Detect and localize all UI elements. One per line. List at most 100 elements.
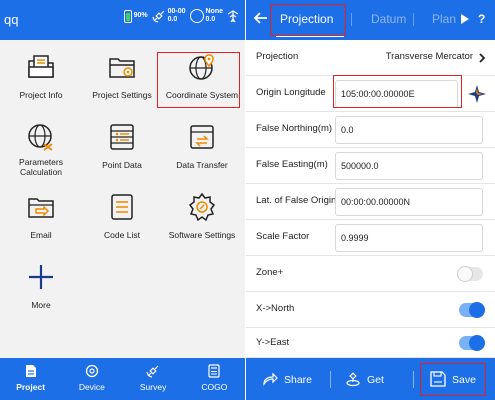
grid-item-label: Code List [104, 230, 140, 240]
grid-item-more[interactable]: More [2, 250, 80, 320]
nav-label: Project [16, 382, 46, 392]
get-satellite-icon [346, 372, 360, 387]
share-icon [263, 372, 278, 386]
code-list-icon [111, 194, 133, 220]
survey-satellite-icon [146, 365, 159, 378]
satellite-icon [152, 10, 165, 23]
satellite-text: 00-00 0.0 [168, 8, 186, 24]
nav-cogo[interactable]: COGO [184, 358, 245, 400]
share-button[interactable]: Share [258, 358, 328, 400]
projection-tab-highlight [270, 4, 346, 36]
tab-plan[interactable]: Plan [432, 12, 456, 26]
grid-item-label: Parameters Calculation [19, 157, 63, 177]
software-gear-icon [188, 192, 216, 222]
field-label: Origin Longitude [256, 87, 326, 98]
plus-icon [29, 265, 53, 289]
folder-file-icon [28, 55, 54, 78]
action-divider [413, 371, 414, 388]
false-easting-row: False Easting(m) [246, 148, 495, 184]
lat-false-origin-input[interactable] [335, 188, 483, 216]
grid-item-label: Point Data [102, 160, 142, 170]
y-east-toggle[interactable] [459, 335, 485, 351]
coordinate-system-screen: Projection Datum Plan ? Projection Trans… [246, 0, 495, 400]
y-east-row: Y->East [246, 328, 495, 358]
home-screen: qq 90% 00-00 0.0 None 0.0 Project Info P… [0, 0, 245, 400]
sat-value: 0.0 [167, 16, 178, 23]
nav-device[interactable]: Device [61, 358, 122, 400]
grid-item-label: More [31, 300, 51, 310]
grid-item-data-transfer[interactable]: Data Transfer [163, 110, 241, 180]
solution-state: None [205, 8, 224, 15]
scale-factor-row: Scale Factor [246, 220, 495, 256]
save-button-highlight [420, 363, 486, 396]
compass-star-icon[interactable] [467, 84, 487, 104]
toggle-knob [469, 302, 485, 318]
false-northing-row: False Northing(m) [246, 112, 495, 148]
grid-item-software-settings[interactable]: Software Settings [163, 180, 241, 250]
solution-status: None 0.0 [189, 8, 224, 24]
false-northing-input[interactable] [335, 116, 483, 144]
sat-count: 00-00 [167, 8, 186, 15]
action-divider [330, 371, 331, 388]
nav-project[interactable]: Project [0, 358, 61, 400]
grid-item-point-data[interactable]: Point Data [83, 110, 161, 180]
projection-value: Transverse Mercator [385, 51, 473, 62]
coordinate-system-highlight [157, 52, 240, 108]
toggle-label: Y->East [256, 337, 290, 348]
x-north-row: X->North [246, 292, 495, 328]
help-button[interactable]: ? [478, 12, 485, 26]
project-title: qq [4, 12, 19, 27]
zone-plus-toggle[interactable] [457, 266, 483, 282]
tabs-next-icon[interactable] [461, 14, 469, 24]
projection-label: Projection [256, 51, 299, 62]
toggle-knob [457, 266, 473, 282]
get-button[interactable]: Get [341, 358, 411, 400]
email-folder-icon [28, 198, 54, 218]
origin-longitude-highlight [333, 75, 462, 108]
grid-item-label: Email [30, 230, 52, 240]
grid-item-project-info[interactable]: Project Info [2, 40, 80, 110]
solution-text: None 0.0 [206, 8, 224, 24]
tab-datum[interactable]: Datum [371, 12, 406, 26]
coord-action-bar: Share Get Save [246, 358, 495, 400]
grid-item-parameters-calculation[interactable]: Parameters Calculation [2, 110, 80, 180]
nav-label: Survey [139, 382, 167, 392]
field-label: Scale Factor [256, 231, 310, 242]
nav-label: COGO [201, 382, 228, 392]
grid-item-code-list[interactable]: Code List [83, 180, 161, 250]
field-label: False Northing(m) [256, 123, 333, 134]
x-north-toggle[interactable] [459, 302, 485, 318]
field-label: Lat. of False Origin [256, 195, 337, 206]
zone-plus-row: Zone+ [246, 256, 495, 292]
nav-survey[interactable]: Survey [123, 358, 184, 400]
toggle-knob [469, 335, 485, 351]
point-list-icon [110, 124, 134, 150]
scale-factor-input[interactable] [335, 224, 483, 252]
tab-divider [351, 13, 352, 26]
grid-item-project-settings[interactable]: Project Settings [83, 40, 161, 110]
lat-false-origin-row: Lat. of False Origin [246, 184, 495, 220]
satellite-status: 00-00 0.0 [152, 8, 186, 24]
battery-status: 90% [123, 9, 148, 23]
projection-row[interactable]: Projection Transverse Mercator [246, 40, 495, 76]
grid-item-label: Project Info [19, 90, 63, 100]
false-easting-input[interactable] [335, 152, 483, 180]
back-arrow-icon[interactable] [254, 11, 268, 25]
get-label: Get [367, 374, 384, 386]
share-label: Share [284, 374, 313, 386]
tab-divider [413, 13, 414, 26]
project-doc-icon [25, 365, 36, 377]
data-transfer-icon [190, 125, 214, 149]
antenna-icon [227, 10, 239, 23]
grid-item-label: Data Transfer [176, 160, 228, 170]
grid-item-email[interactable]: Email [2, 180, 80, 250]
home-bottom-nav: Project Device Survey COGO [0, 358, 245, 400]
battery-icon [123, 9, 132, 23]
solution-circle-icon [189, 9, 204, 23]
toggle-label: Zone+ [256, 267, 284, 278]
globe-calc-icon [28, 124, 53, 151]
home-top-bar: qq 90% 00-00 0.0 None 0.0 [0, 0, 245, 40]
battery-text: 90% [133, 12, 148, 19]
chevron-right-icon [479, 53, 486, 63]
grid-item-label: Project Settings [92, 90, 152, 100]
